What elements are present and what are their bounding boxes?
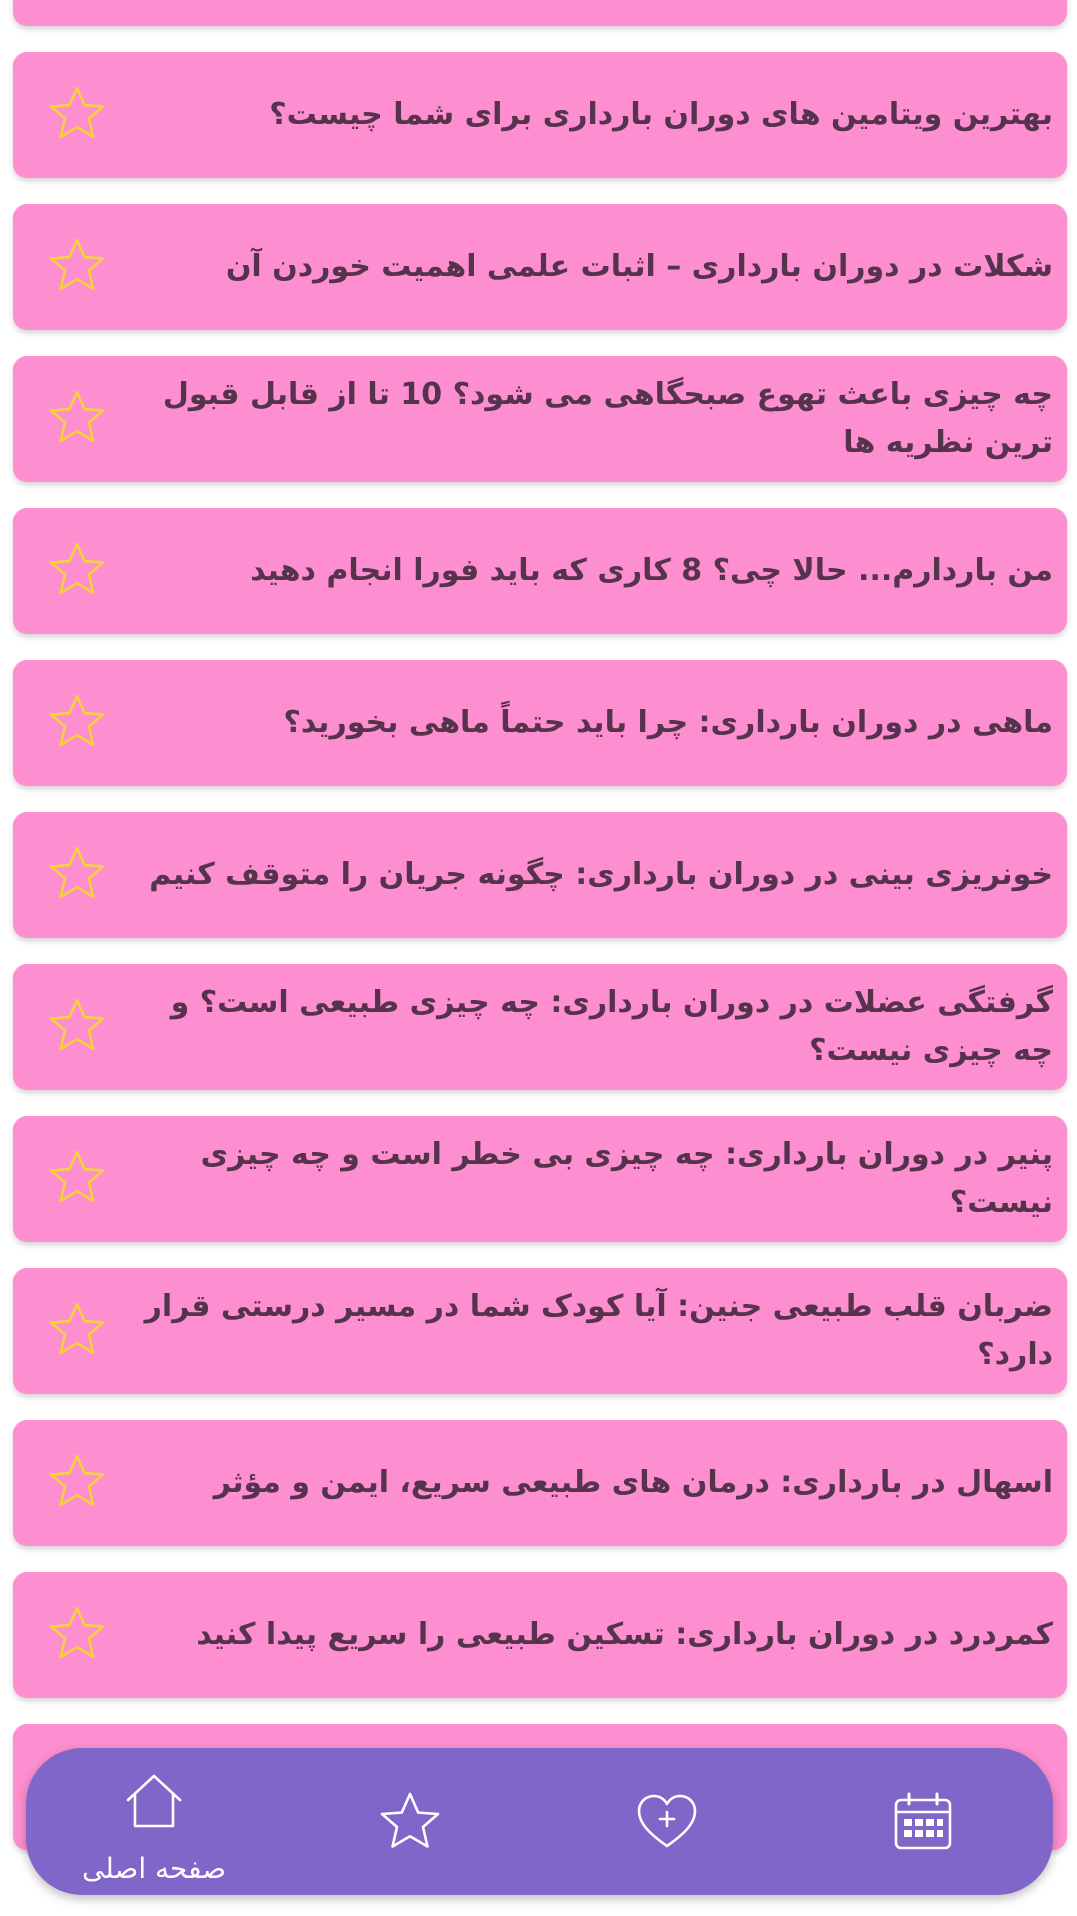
article-card[interactable]: پنیر در دوران بارداری: چه چیزی بی خطر اس… bbox=[13, 1116, 1067, 1242]
article-card[interactable]: شکلات در دوران بارداری – اثبات علمی اهمی… bbox=[13, 204, 1067, 330]
star-icon[interactable] bbox=[47, 692, 107, 752]
article-title: ضربان قلب طبیعی جنین: آیا کودک شما در مس… bbox=[144, 1289, 1053, 1372]
article-card[interactable]: ماهی در دوران بارداری: چرا باید حتماً ما… bbox=[13, 660, 1067, 786]
article-card[interactable]: ضربان قلب طبیعی جنین: آیا کودک شما در مس… bbox=[13, 1268, 1067, 1394]
article-card[interactable]: بهترین ویتامین های دوران بارداری برای شم… bbox=[13, 52, 1067, 178]
star-icon[interactable] bbox=[47, 844, 107, 904]
star-icon[interactable] bbox=[47, 84, 107, 144]
star-icon[interactable] bbox=[47, 1300, 107, 1360]
article-card[interactable]: من باردارم... حالا چی؟ 8 کاری که باید فو… bbox=[13, 508, 1067, 634]
article-title: شکلات در دوران بارداری – اثبات علمی اهمی… bbox=[225, 249, 1053, 284]
home-icon bbox=[126, 1774, 182, 1828]
nav-home-label: صفحه اصلی bbox=[81, 1852, 227, 1885]
star-icon[interactable] bbox=[47, 1604, 107, 1664]
star-icon[interactable] bbox=[47, 1452, 107, 1512]
article-title: ماهی در دوران بارداری: چرا باید حتماً ما… bbox=[283, 705, 1053, 740]
article-card[interactable]: چه چیزی باعث تهوع صبحگاهی می شود؟ 10 تا … bbox=[13, 356, 1067, 482]
article-card[interactable]: گرفتگی عضلات در دوران بارداری: چه چیزی ط… bbox=[13, 964, 1067, 1090]
star-icon[interactable] bbox=[47, 540, 107, 600]
star-icon[interactable] bbox=[47, 236, 107, 296]
star-icon[interactable] bbox=[47, 996, 107, 1056]
nav-calendar[interactable] bbox=[823, 1748, 1023, 1895]
nav-home[interactable]: صفحه اصلی bbox=[54, 1748, 254, 1895]
article-list[interactable]: بهترین ویتامین های دوران بارداری برای شم… bbox=[0, 0, 1077, 1916]
article-list-screen: بهترین ویتامین های دوران بارداری برای شم… bbox=[0, 0, 1077, 1916]
nav-health[interactable] bbox=[567, 1748, 767, 1895]
star-icon bbox=[380, 1792, 440, 1848]
nav-favorites[interactable] bbox=[310, 1748, 510, 1895]
article-card[interactable]: کمردرد در دوران بارداری: تسکین طبیعی را … bbox=[13, 1572, 1067, 1698]
article-card[interactable]: خونریزی بینی در دوران بارداری: چگونه جری… bbox=[13, 812, 1067, 938]
article-card[interactable]: اسهال در بارداری: درمان های طبیعی سریع، … bbox=[13, 1420, 1067, 1546]
star-icon[interactable] bbox=[47, 1148, 107, 1208]
article-title: گرفتگی عضلات در دوران بارداری: چه چیزی ط… bbox=[170, 985, 1053, 1068]
heart-plus-icon bbox=[637, 1794, 697, 1848]
article-title: اسهال در بارداری: درمان های طبیعی سریع، … bbox=[213, 1465, 1053, 1500]
article-title: چه چیزی باعث تهوع صبحگاهی می شود؟ 10 تا … bbox=[162, 377, 1053, 460]
article-title: من باردارم... حالا چی؟ 8 کاری که باید فو… bbox=[250, 553, 1053, 588]
star-icon[interactable] bbox=[47, 388, 107, 448]
article-title: پنیر در دوران بارداری: چه چیزی بی خطر اس… bbox=[200, 1137, 1053, 1220]
article-title: بهترین ویتامین های دوران بارداری برای شم… bbox=[269, 97, 1053, 132]
calendar-icon bbox=[894, 1792, 952, 1850]
article-card[interactable] bbox=[13, 0, 1067, 26]
bottom-navigation-bar: صفحه اصلی bbox=[26, 1748, 1053, 1895]
article-title: خونریزی بینی در دوران بارداری: چگونه جری… bbox=[149, 857, 1053, 892]
article-title: کمردرد در دوران بارداری: تسکین طبیعی را … bbox=[196, 1617, 1053, 1652]
